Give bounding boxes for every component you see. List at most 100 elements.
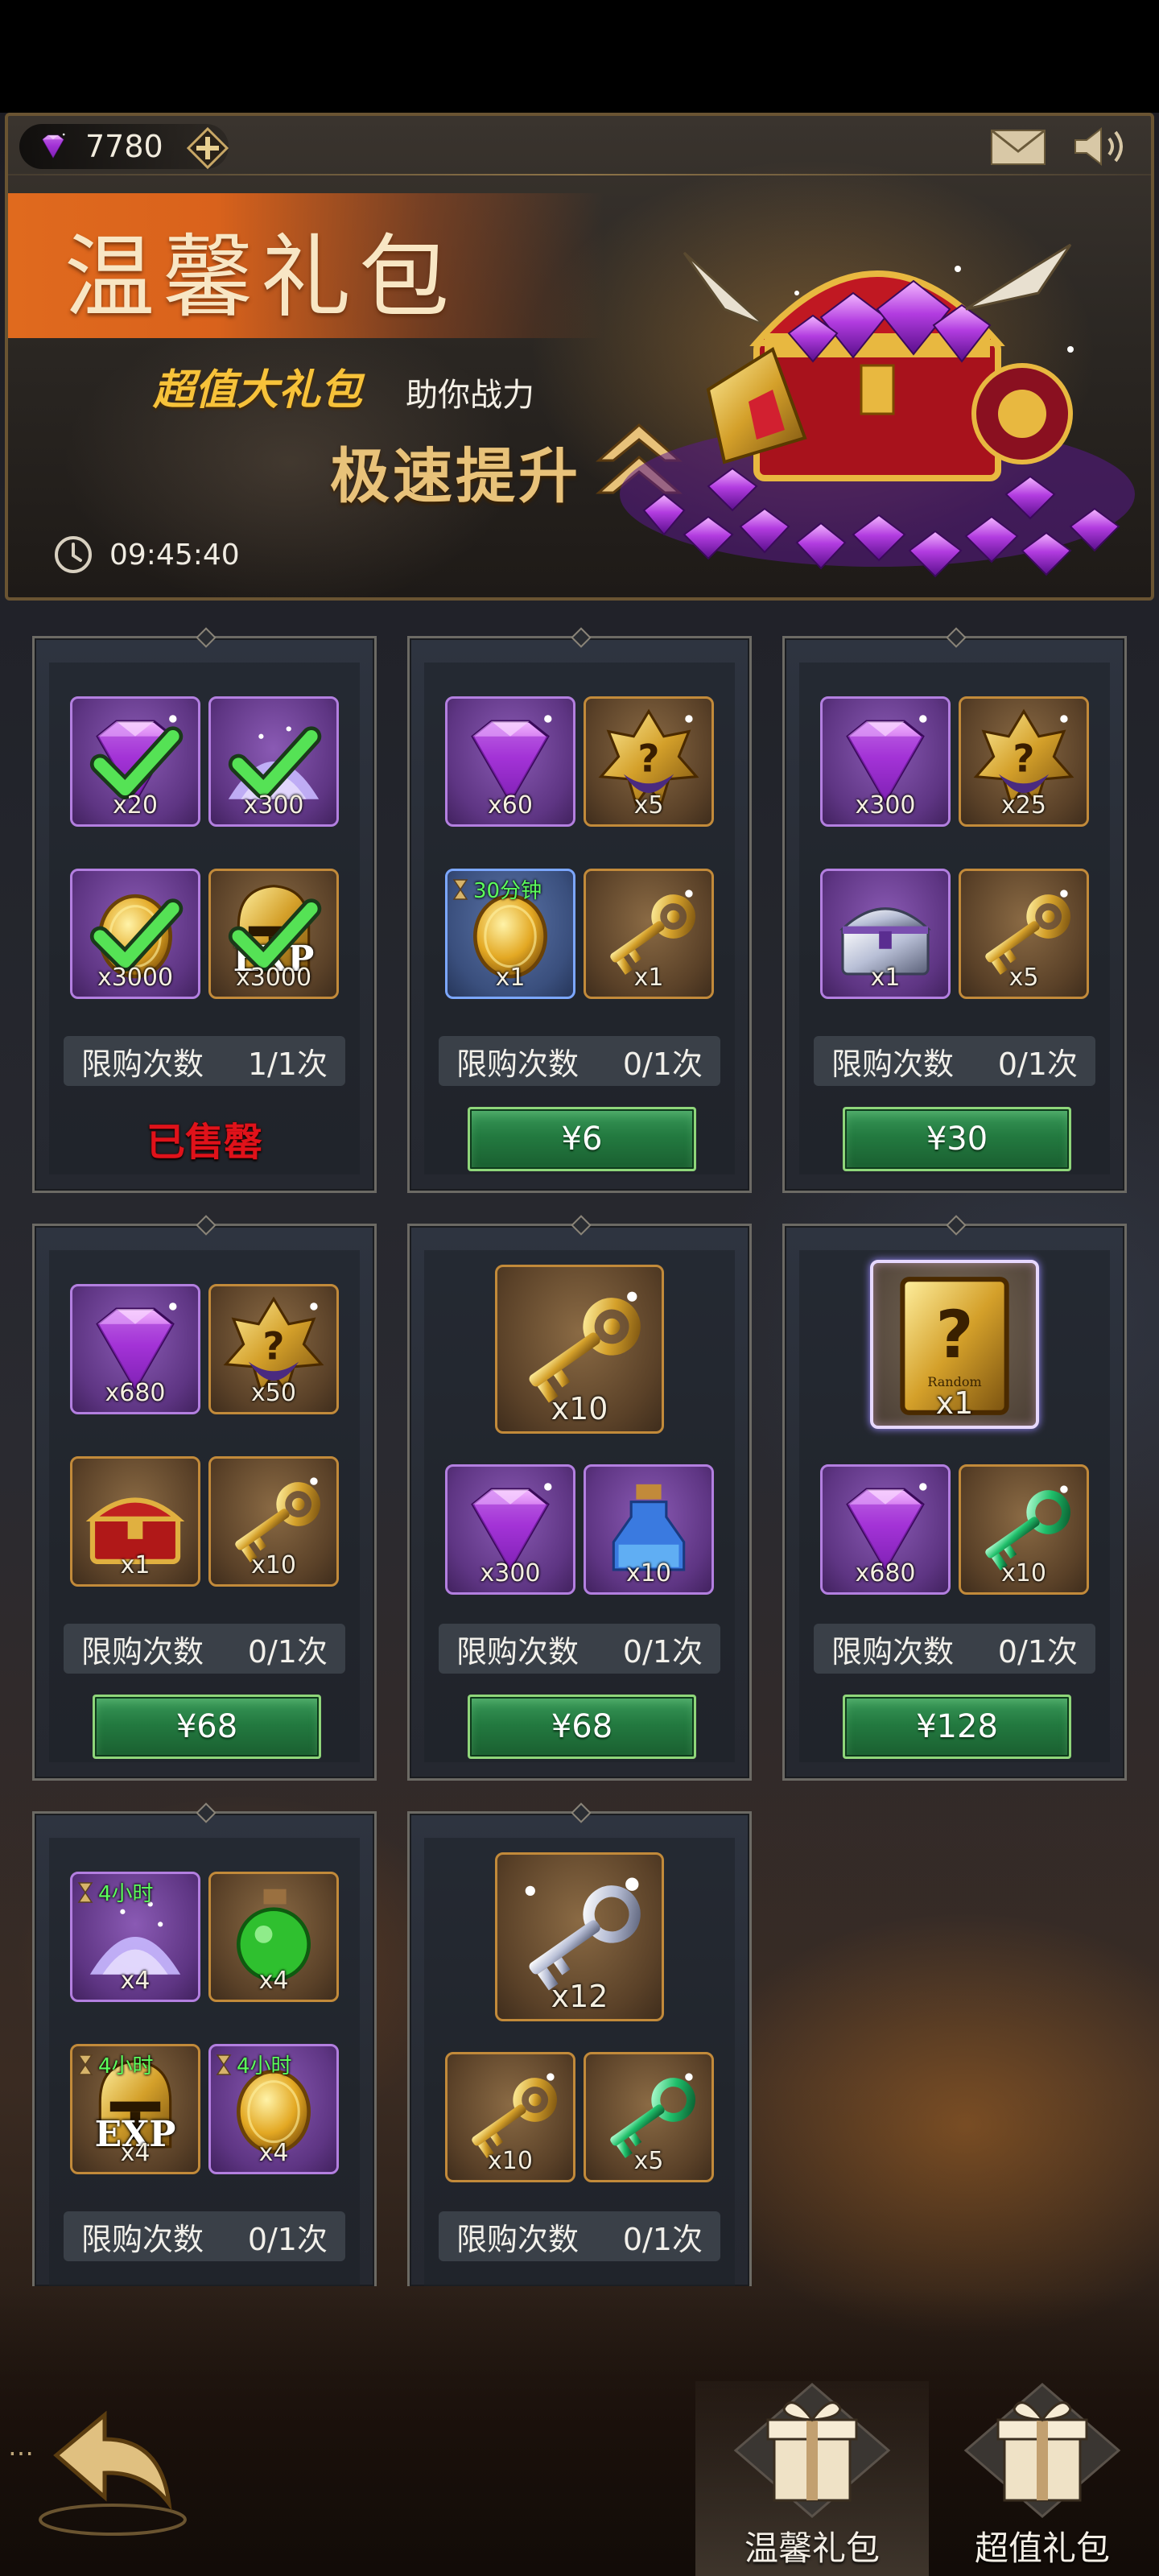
buy-button[interactable]: ¥6 — [468, 1107, 696, 1171]
featured-reward-key[interactable]: x10 — [495, 1265, 664, 1434]
reward-qty: x1 — [120, 1551, 151, 1579]
reward-slot-diamond[interactable]: x680 — [70, 1284, 200, 1414]
banner-speed-text: 极速提升 — [330, 442, 581, 511]
reward-slot-key[interactable]: x1 — [584, 869, 714, 999]
hourglass-icon — [452, 879, 468, 900]
reward-qty: x5 — [1008, 964, 1039, 992]
reward-qty: x12 — [551, 1979, 608, 2014]
reward-qty: x10 — [1001, 1559, 1046, 1587]
reward-qty: x5 — [633, 791, 664, 819]
reward-slot-diamond[interactable]: x60 — [445, 696, 575, 827]
tab-value-pack[interactable]: 超值礼包 — [926, 2381, 1159, 2576]
buy-button[interactable]: ¥128 — [843, 1695, 1071, 1759]
reward-slot-coin-boost[interactable]: 4小时 x4 — [208, 2044, 339, 2174]
reward-slot-diamond[interactable]: x300 — [820, 696, 951, 827]
gift-box-icon — [958, 2381, 1127, 2518]
pack-card-8: x12 x10 x5 限购次数 0/1次 — [407, 1811, 752, 2286]
pack-card-5: x10 x300 x10 限购次数 0/1次 ¥68 — [407, 1224, 752, 1781]
limit-value: 0/1次 — [622, 1046, 703, 1082]
purchase-limit: 限购次数 0/1次 — [64, 1624, 345, 1674]
reward-qty: x1 — [633, 964, 664, 992]
limit-value: 1/1次 — [247, 1046, 328, 1082]
limit-label: 限购次数 — [831, 1633, 955, 1670]
tab-value-pack-label: 超值礼包 — [974, 2529, 1110, 2568]
limit-label: 限购次数 — [456, 1046, 580, 1082]
reward-slot-diamond[interactable]: x300 — [445, 1464, 575, 1595]
event-banner: 7780 温馨礼包 超值大礼包 助你战力 极速提升 09:45:40 — [5, 113, 1154, 601]
countdown-timer: 09:45:40 — [53, 535, 240, 575]
duration-tag: 4小时 — [77, 1877, 154, 1907]
tab-warm-pack[interactable]: 温馨礼包 — [695, 2381, 929, 2576]
back-arrow-icon[interactable] — [32, 2399, 193, 2544]
purchase-limit: 限购次数 0/1次 — [439, 1036, 720, 1086]
banner-title: 温馨礼包 — [64, 225, 457, 330]
duration-tag: 30分钟 — [452, 874, 542, 904]
reward-slot-diamond[interactable]: x20 — [70, 696, 200, 827]
reward-slot-coin[interactable]: x3000 — [70, 869, 200, 999]
purchase-limit: 限购次数 0/1次 — [814, 1624, 1095, 1674]
featured-reward-key[interactable]: x12 — [495, 1852, 664, 2021]
reward-qty: x4 — [120, 1967, 151, 1995]
reward-slot-key[interactable]: x10 — [208, 1456, 339, 1587]
limit-value: 0/1次 — [997, 1633, 1078, 1670]
buy-button[interactable]: ¥30 — [843, 1107, 1071, 1171]
reward-qty: x4 — [120, 2139, 151, 2167]
reward-qty: x4 — [258, 1967, 289, 1995]
reward-slot-key[interactable]: x10 — [959, 1464, 1089, 1595]
featured-reward-card[interactable]: Random x1 — [870, 1260, 1039, 1429]
reward-slot-diamond[interactable]: x680 — [820, 1464, 951, 1595]
reward-slot-dust-boost[interactable]: 4小时 x4 — [70, 1872, 200, 2002]
reward-slot-emblem[interactable]: x5 — [584, 696, 714, 827]
reward-qty: x300 — [480, 1559, 541, 1587]
limit-value: 0/1次 — [622, 2221, 703, 2257]
reward-qty: x4 — [258, 2139, 289, 2167]
buy-button[interactable]: ¥68 — [93, 1695, 321, 1759]
hourglass-icon — [216, 2054, 232, 2075]
purchase-limit: 限购次数 0/1次 — [814, 1036, 1095, 1086]
reward-qty: x3000 — [97, 964, 174, 992]
reward-slot-chest[interactable]: x1 — [820, 869, 951, 999]
reward-slot-emblem[interactable]: x50 — [208, 1284, 339, 1414]
sold-out-label: 已售罄 — [146, 1120, 262, 1165]
pack-card-4: x680 x50 x1 x10 限购次数 0/1次 ¥68 — [32, 1224, 377, 1781]
reward-slot-dust[interactable]: x300 — [208, 696, 339, 827]
reward-slot-potion[interactable]: x10 — [584, 1464, 714, 1595]
reward-qty: x1 — [935, 1385, 974, 1421]
status-bar-area — [0, 0, 1159, 113]
purchase-limit: 限购次数 0/1次 — [439, 2211, 720, 2261]
limit-value: 0/1次 — [997, 1046, 1078, 1082]
limit-label: 限购次数 — [456, 1633, 580, 1670]
purchase-limit: 限购次数 1/1次 — [64, 1036, 345, 1086]
reward-qty: x10 — [488, 2147, 533, 2175]
reward-slot-key[interactable]: x5 — [584, 2052, 714, 2182]
reward-qty: x300 — [855, 791, 916, 819]
sound-icon[interactable] — [1070, 122, 1135, 171]
purchase-limit: 限购次数 0/1次 — [64, 2211, 345, 2261]
duration-tag: 4小时 — [216, 2050, 292, 2079]
reward-slot-emblem[interactable]: x25 — [959, 696, 1089, 827]
reward-slot-chest[interactable]: x1 — [70, 1456, 200, 1587]
pack-card-2: x60 x5 30分钟 x1 x1 限购次数 0/1次 ¥6 — [407, 636, 752, 1193]
add-gems-icon[interactable] — [187, 127, 229, 169]
reward-slot-key[interactable]: x5 — [959, 869, 1089, 999]
reward-slot-key[interactable]: x10 — [445, 2052, 575, 2182]
pack-card-6: Random x1 x680 x10 限购次数 0/1次 ¥128 — [782, 1224, 1127, 1781]
hourglass-icon — [77, 1882, 93, 1903]
buy-button[interactable]: ¥68 — [468, 1695, 696, 1759]
reward-qty: x3000 — [235, 964, 312, 992]
duration-text: 4小时 — [98, 1882, 154, 1906]
reward-qty: x25 — [1001, 791, 1046, 819]
duration-text: 4小时 — [98, 2054, 154, 2079]
banner-subtitle: 助你战力 — [406, 377, 534, 414]
limit-value: 0/1次 — [622, 1633, 703, 1670]
reward-slot-coin-boost[interactable]: 30分钟 x1 — [445, 869, 575, 999]
reward-qty: x20 — [113, 791, 158, 819]
pack-card-3: x300 x25 x1 x5 限购次数 0/1次 ¥30 — [782, 636, 1127, 1193]
limit-label: 限购次数 — [81, 2221, 204, 2257]
reward-slot-exp[interactable]: EXP x3000 — [208, 869, 339, 999]
reward-qty: x5 — [633, 2147, 664, 2175]
mail-icon[interactable] — [988, 124, 1048, 169]
reward-slot-potion[interactable]: x4 — [208, 1872, 339, 2002]
reward-slot-exp-boost[interactable]: EXP 4小时 x4 — [70, 2044, 200, 2174]
reward-qty: x300 — [243, 791, 304, 819]
